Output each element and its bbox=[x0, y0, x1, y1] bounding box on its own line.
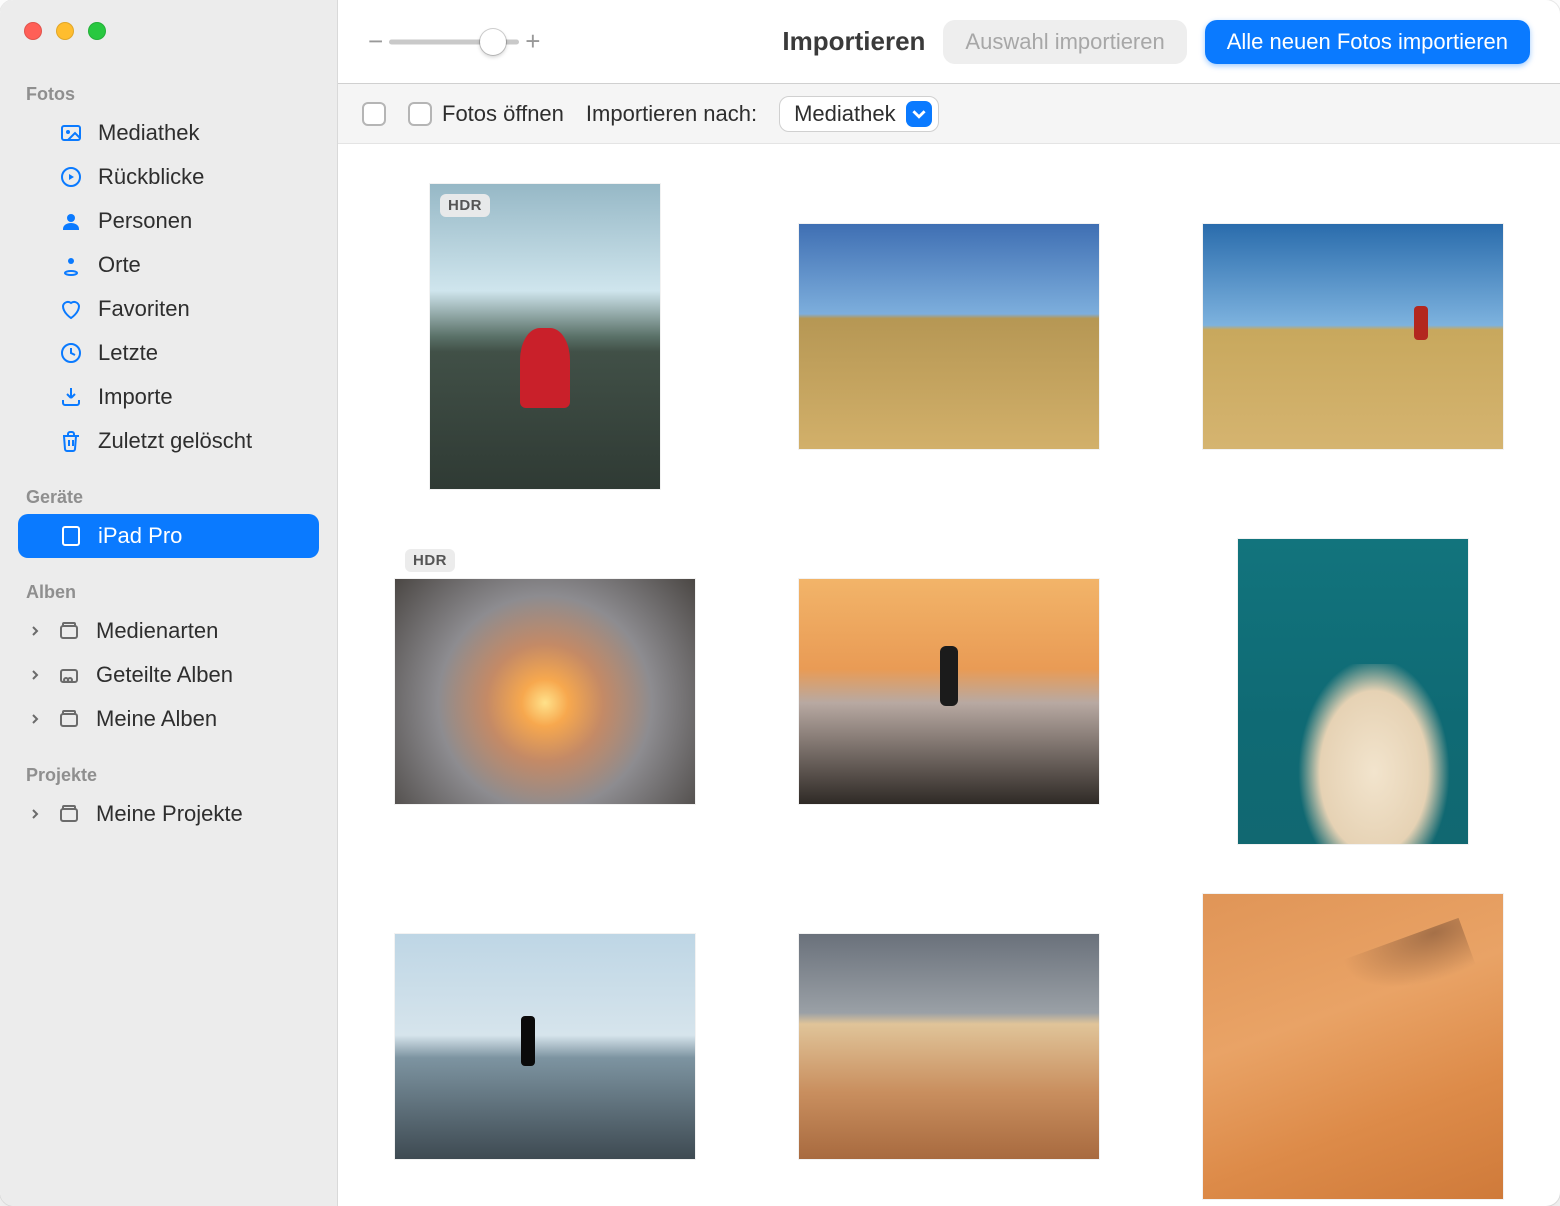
zoom-in-button[interactable]: + bbox=[525, 26, 540, 57]
select-all-checkbox[interactable] bbox=[362, 102, 386, 126]
sidebar-item-imports[interactable]: Importe bbox=[18, 375, 319, 419]
chevron-right-icon[interactable] bbox=[30, 670, 42, 680]
people-icon bbox=[58, 208, 84, 234]
sidebar-item-library[interactable]: Mediathek bbox=[18, 111, 319, 155]
sidebar-item-label: Letzte bbox=[98, 340, 158, 366]
section-label-photos: Fotos bbox=[0, 60, 337, 111]
project-icon bbox=[56, 801, 82, 827]
places-icon bbox=[58, 252, 84, 278]
sidebar-item-recents[interactable]: Letzte bbox=[18, 331, 319, 375]
toolbar: − + Importieren Auswahl importieren Alle… bbox=[338, 0, 1560, 84]
library-icon bbox=[58, 120, 84, 146]
photo-thumbnail[interactable] bbox=[799, 184, 1099, 489]
photo-thumbnail[interactable]: HDR bbox=[430, 184, 660, 489]
zoom-slider-thumb[interactable] bbox=[480, 29, 506, 55]
sidebar-item-label: Personen bbox=[98, 208, 192, 234]
window-controls bbox=[0, 22, 337, 60]
sidebar-item-places[interactable]: Orte bbox=[18, 243, 319, 287]
photo-thumbnail[interactable] bbox=[1238, 539, 1468, 844]
zoom-control: − + bbox=[368, 26, 540, 57]
sidebar-item-label: Meine Projekte bbox=[96, 801, 243, 827]
import-all-button[interactable]: Alle neuen Fotos importieren bbox=[1205, 20, 1530, 64]
window-close-button[interactable] bbox=[24, 22, 42, 40]
import-options-bar: Fotos öffnen Importieren nach: Mediathek bbox=[338, 84, 1560, 144]
photo-thumbnail[interactable] bbox=[395, 894, 695, 1199]
sidebar-item-people[interactable]: Personen bbox=[18, 199, 319, 243]
sidebar-item-media-types[interactable]: Medienarten bbox=[18, 609, 319, 653]
photo-thumbnail[interactable] bbox=[799, 894, 1099, 1199]
import-to-label: Importieren nach: bbox=[586, 101, 757, 127]
sidebar-item-label: Rückblicke bbox=[98, 164, 204, 190]
sidebar-item-recently-deleted[interactable]: Zuletzt gelöscht bbox=[18, 419, 319, 463]
import-selection-button[interactable]: Auswahl importieren bbox=[943, 20, 1186, 64]
chevron-right-icon[interactable] bbox=[30, 626, 42, 636]
sidebar-item-label: Favoriten bbox=[98, 296, 190, 322]
clock-icon bbox=[58, 340, 84, 366]
sidebar-item-ipad-pro[interactable]: iPad Pro bbox=[18, 514, 319, 558]
photo-grid: HDR HDR bbox=[338, 144, 1560, 1206]
open-photos-checkbox[interactable] bbox=[408, 102, 432, 126]
hdr-badge: HDR bbox=[405, 549, 455, 572]
import-icon bbox=[58, 384, 84, 410]
section-label-projects: Projekte bbox=[0, 741, 337, 792]
import-destination-dropdown[interactable]: Mediathek bbox=[779, 96, 939, 132]
sidebar-section-photos: Mediathek Rückblicke Personen bbox=[0, 111, 337, 463]
sidebar-section-devices: iPad Pro bbox=[0, 514, 337, 558]
sidebar-item-label: Medienarten bbox=[96, 618, 218, 644]
sidebar-item-favorites[interactable]: Favoriten bbox=[18, 287, 319, 331]
zoom-slider[interactable] bbox=[389, 28, 519, 56]
sidebar-item-memories[interactable]: Rückblicke bbox=[18, 155, 319, 199]
window-fullscreen-button[interactable] bbox=[88, 22, 106, 40]
sidebar-item-my-albums[interactable]: Meine Alben bbox=[18, 697, 319, 741]
open-photos-option[interactable]: Fotos öffnen bbox=[408, 101, 564, 127]
photo-thumbnail[interactable]: HDR bbox=[395, 539, 695, 844]
photo-thumbnail[interactable] bbox=[1203, 894, 1503, 1199]
hdr-badge: HDR bbox=[440, 194, 490, 217]
ipad-icon bbox=[58, 523, 84, 549]
chevron-right-icon[interactable] bbox=[30, 809, 42, 819]
trash-icon bbox=[58, 428, 84, 454]
import-destination-value: Mediathek bbox=[794, 101, 896, 127]
sidebar-item-label: Zuletzt gelöscht bbox=[98, 428, 252, 454]
sidebar-item-label: iPad Pro bbox=[98, 523, 182, 549]
sidebar-item-label: Mediathek bbox=[98, 120, 200, 146]
chevron-right-icon[interactable] bbox=[30, 714, 42, 724]
photo-thumbnail[interactable] bbox=[799, 539, 1099, 844]
open-photos-label: Fotos öffnen bbox=[442, 101, 564, 127]
toolbar-title: Importieren bbox=[782, 26, 925, 57]
sidebar-item-label: Importe bbox=[98, 384, 173, 410]
sidebar-item-label: Geteilte Alben bbox=[96, 662, 233, 688]
sidebar-item-shared-albums[interactable]: Geteilte Alben bbox=[18, 653, 319, 697]
app-window: Fotos Mediathek Rückblicke bbox=[0, 0, 1560, 1206]
sidebar-item-label: Meine Alben bbox=[96, 706, 217, 732]
chevron-down-icon bbox=[906, 101, 932, 127]
photo-thumbnail[interactable] bbox=[1203, 184, 1503, 489]
folder-icon bbox=[56, 618, 82, 644]
album-icon bbox=[56, 706, 82, 732]
zoom-out-button[interactable]: − bbox=[368, 26, 383, 57]
window-minimize-button[interactable] bbox=[56, 22, 74, 40]
sidebar: Fotos Mediathek Rückblicke bbox=[0, 0, 338, 1206]
sidebar-item-label: Orte bbox=[98, 252, 141, 278]
memories-icon bbox=[58, 164, 84, 190]
section-label-albums: Alben bbox=[0, 558, 337, 609]
main-content: − + Importieren Auswahl importieren Alle… bbox=[338, 0, 1560, 1206]
shared-album-icon bbox=[56, 662, 82, 688]
sidebar-item-my-projects[interactable]: Meine Projekte bbox=[18, 792, 319, 836]
heart-icon bbox=[58, 296, 84, 322]
sidebar-section-albums: Medienarten Geteilte Alben Meine Alben bbox=[0, 609, 337, 741]
section-label-devices: Geräte bbox=[0, 463, 337, 514]
sidebar-section-projects: Meine Projekte bbox=[0, 792, 337, 836]
